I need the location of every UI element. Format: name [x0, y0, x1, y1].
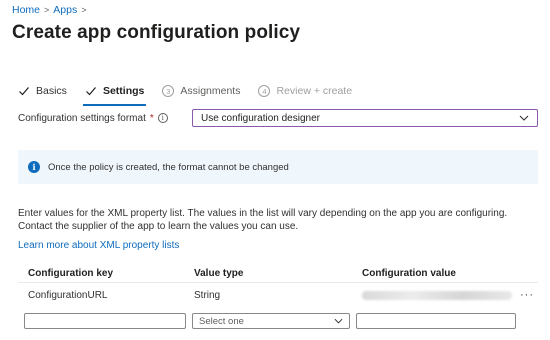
breadcrumb-separator: >	[44, 5, 50, 15]
checkmark-icon	[86, 87, 96, 96]
breadcrumb: Home > Apps >	[12, 4, 86, 16]
more-options-icon[interactable]: ···	[520, 289, 538, 301]
info-icon: i	[28, 161, 40, 173]
value-type-select[interactable]: Select one	[192, 313, 350, 329]
chevron-down-icon	[519, 115, 529, 121]
step-label: Basics	[36, 85, 67, 97]
banner-text: Once the policy is created, the format c…	[48, 161, 289, 173]
table-header: Configuration key Value type Configurati…	[18, 265, 538, 283]
new-value-input[interactable]	[356, 313, 516, 329]
description-text: Enter values for the XML property list. …	[18, 208, 508, 232]
value-type-placeholder: Select one	[199, 315, 244, 327]
table-row: ConfigurationURL String ···	[18, 283, 538, 307]
step-label: Settings	[102, 85, 145, 97]
step-label: Review + create	[276, 85, 353, 97]
new-row: Select one	[18, 309, 538, 333]
redacted-value	[362, 290, 512, 300]
required-marker: *	[149, 112, 154, 124]
step-assignments[interactable]: 3 Assignments	[162, 80, 240, 102]
breadcrumb-home-link[interactable]: Home	[12, 4, 40, 16]
step-settings[interactable]: Settings	[82, 80, 147, 106]
chevron-down-icon	[334, 318, 343, 324]
format-label-text: Configuration settings format	[18, 112, 146, 124]
header-config-key: Configuration key	[28, 268, 114, 279]
header-config-value: Configuration value	[362, 268, 456, 279]
learn-more-link[interactable]: Learn more about XML property lists	[18, 240, 179, 251]
breadcrumb-apps-link[interactable]: Apps	[53, 4, 77, 16]
row-type: String	[194, 289, 221, 301]
step-review-create: 4 Review + create	[258, 80, 352, 102]
config-table: Configuration key Value type Configurati…	[18, 265, 538, 333]
row-value: ···	[352, 289, 538, 301]
header-value-type: Value type	[194, 268, 244, 279]
format-select[interactable]: Use configuration designer	[192, 109, 538, 127]
format-label: Configuration settings format * i	[18, 113, 192, 124]
checkmark-icon	[19, 87, 29, 96]
page-title: Create app configuration policy	[12, 22, 301, 43]
format-select-value: Use configuration designer	[201, 112, 320, 124]
row-key: ConfigurationURL	[28, 289, 108, 301]
new-key-input[interactable]	[24, 313, 186, 329]
info-banner: i Once the policy is created, the format…	[18, 150, 538, 184]
step-basics[interactable]: Basics	[18, 80, 67, 102]
format-row: Configuration settings format * i Use co…	[18, 108, 538, 128]
wizard-steps: Basics Settings 3 Assignments 4 Review +…	[18, 80, 370, 106]
breadcrumb-separator: >	[81, 5, 87, 15]
step-number: 3	[162, 85, 175, 97]
step-label: Assignments	[180, 85, 241, 97]
step-number: 4	[258, 85, 271, 97]
info-icon[interactable]: i	[157, 113, 168, 123]
